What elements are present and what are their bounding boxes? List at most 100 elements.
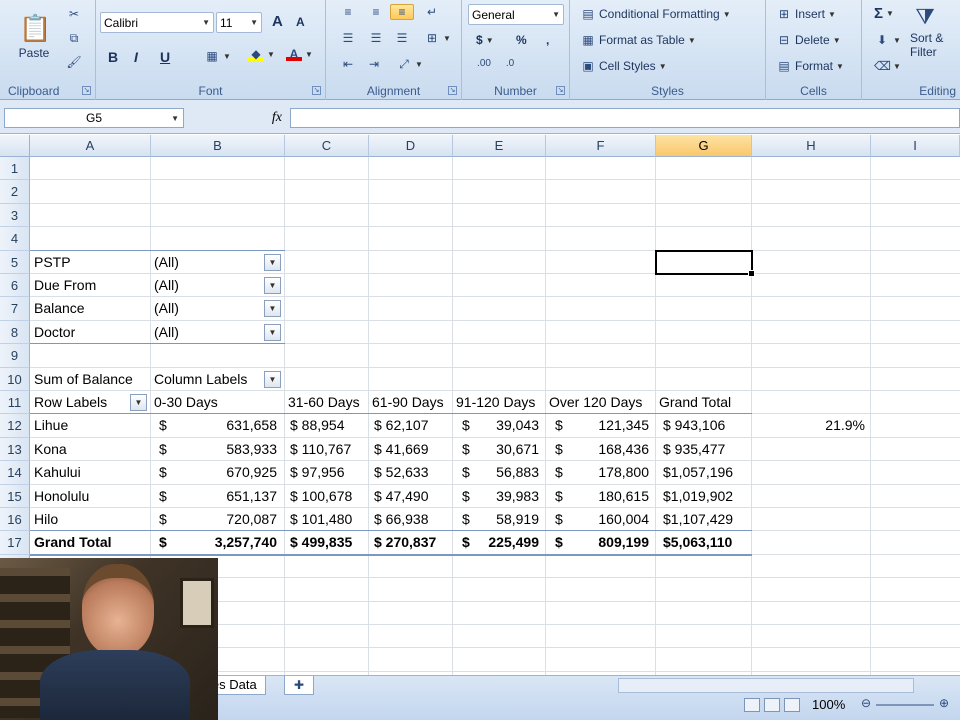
pivot-column-header[interactable]: 61-90 Days	[369, 391, 453, 414]
font-family-select[interactable]: Calibri ▼	[100, 12, 214, 33]
filter-field-label[interactable]: Doctor	[31, 321, 151, 344]
currency-symbol[interactable]: $	[156, 414, 176, 437]
align-center-button[interactable]: ☰	[364, 30, 388, 46]
formula-input[interactable]	[290, 108, 960, 128]
paste-button[interactable]: 📋 Paste	[8, 6, 60, 66]
filter-field-label[interactable]: Balance	[31, 297, 151, 320]
pivot-value[interactable]: $ 47,490	[371, 485, 453, 508]
currency-symbol[interactable]: $	[156, 531, 176, 554]
pivot-value[interactable]: $ 97,956	[287, 461, 369, 484]
pivot-value[interactable]: 631,658	[176, 414, 280, 437]
column-labels-dropdown-button[interactable]: ▼	[264, 370, 281, 388]
row-header-7[interactable]: 7	[0, 297, 30, 321]
grow-font-button[interactable]: A	[268, 12, 287, 31]
cut-button[interactable]: ✂	[62, 6, 86, 22]
percent-cell[interactable]: 21.9%	[752, 414, 868, 437]
shrink-font-button[interactable]: A	[292, 14, 309, 30]
page-layout-view-button[interactable]	[764, 698, 780, 712]
font-size-select[interactable]: 11 ▼	[216, 12, 262, 33]
pivot-value[interactable]: 583,933	[176, 438, 280, 461]
format-button[interactable]: ▤ Format ▼	[772, 58, 848, 74]
pivot-value[interactable]: 3,257,740	[176, 531, 280, 554]
insert-sheet-button[interactable]: ✚	[284, 676, 314, 695]
row-header-2[interactable]: 2	[0, 180, 30, 204]
conditional-formatting-button[interactable]: ▤ Conditional Formatting ▼	[576, 6, 735, 22]
column-header-i[interactable]: I	[871, 135, 960, 157]
filter-dropdown-button[interactable]: ▼	[264, 323, 281, 341]
pivot-value[interactable]: 39,043	[470, 414, 542, 437]
pivot-column-header[interactable]: 91-120 Days	[453, 391, 546, 414]
pivot-value[interactable]: 720,087	[176, 508, 280, 531]
pivot-value[interactable]: $ 62,107	[371, 414, 453, 437]
currency-symbol[interactable]: $	[156, 438, 176, 461]
filter-dropdown-button[interactable]: ▼	[264, 253, 281, 271]
horizontal-scrollbar[interactable]	[618, 678, 914, 693]
row-header-8[interactable]: 8	[0, 320, 30, 345]
page-break-view-button[interactable]	[784, 698, 800, 712]
pivot-value[interactable]: 58,919	[470, 508, 542, 531]
pivot-grand-total[interactable]: $1,107,429	[660, 508, 752, 531]
column-header-g[interactable]: G	[656, 135, 752, 157]
pivot-value[interactable]: 670,925	[176, 461, 280, 484]
pivot-value[interactable]: $ 88,954	[287, 414, 369, 437]
pivot-value[interactable]: 39,983	[470, 485, 542, 508]
row-header-14[interactable]: 14	[0, 461, 30, 485]
alignment-launcher-icon[interactable]: ↘	[448, 86, 457, 95]
pivot-column-labels[interactable]: Column Labels	[151, 368, 266, 391]
row-header-17[interactable]: 17	[0, 531, 30, 555]
currency-button[interactable]: $ ▼	[472, 32, 498, 48]
row-header-5[interactable]: 5	[0, 250, 30, 274]
pivot-grand-total[interactable]: $5,063,110	[660, 531, 752, 554]
pivot-value[interactable]: 168,436	[560, 438, 652, 461]
pivot-grand-total[interactable]: $1,019,902	[660, 485, 752, 508]
clear-button[interactable]: ⌫ ▼	[870, 58, 905, 74]
align-left-button[interactable]: ☰	[336, 30, 360, 46]
pivot-row-label[interactable]: Hilo	[31, 508, 151, 531]
pivot-column-header[interactable]: Grand Total	[656, 391, 752, 414]
filter-dropdown-button[interactable]: ▼	[264, 277, 281, 294]
filter-field-label[interactable]: Due From	[31, 274, 151, 297]
percent-button[interactable]: %	[512, 32, 531, 48]
row-header-6[interactable]: 6	[0, 274, 30, 298]
format-painter-button[interactable]: 🖌	[62, 54, 86, 70]
pivot-value[interactable]: 160,004	[560, 508, 652, 531]
row-header-11[interactable]: 11	[0, 391, 30, 415]
column-header-e[interactable]: E	[453, 135, 546, 157]
pivot-column-header[interactable]: 31-60 Days	[285, 391, 369, 414]
pivot-value[interactable]: 225,499	[470, 531, 542, 554]
zoom-level[interactable]: 100%	[812, 697, 845, 712]
zoom-slider[interactable]	[876, 704, 934, 706]
column-header-h[interactable]: H	[752, 135, 871, 157]
format-as-table-button[interactable]: ▦ Format as Table ▼	[576, 32, 700, 48]
increase-indent-button[interactable]: ⇥	[362, 56, 386, 72]
zoom-in-icon[interactable]: ⊕	[936, 696, 952, 710]
normal-view-button[interactable]	[744, 698, 760, 712]
row-header-16[interactable]: 16	[0, 508, 30, 532]
wrap-text-button[interactable]: ↵	[420, 4, 444, 20]
fill-color-button[interactable]: ◆ ▼	[244, 46, 279, 62]
align-bottom-button[interactable]: ≡	[390, 4, 414, 20]
pivot-row-label[interactable]: Kona	[31, 438, 151, 461]
pivot-value[interactable]: 180,615	[560, 485, 652, 508]
currency-symbol[interactable]: $	[156, 485, 176, 508]
font-launcher-icon[interactable]: ↘	[312, 86, 321, 95]
number-launcher-icon[interactable]: ↘	[556, 86, 565, 95]
pivot-value[interactable]: $ 100,678	[287, 485, 369, 508]
pivot-value[interactable]: $ 110,767	[287, 438, 369, 461]
row-header-1[interactable]: 1	[0, 157, 30, 181]
select-all-button[interactable]	[0, 135, 30, 157]
copy-button[interactable]: ⧉	[62, 30, 86, 46]
pivot-value[interactable]: 56,883	[470, 461, 542, 484]
filter-value[interactable]: (All)	[151, 321, 261, 344]
pivot-row-label[interactable]: Lihue	[31, 414, 151, 437]
orientation-button[interactable]: ⤢ ▼	[392, 56, 427, 72]
comma-button[interactable]: ,	[542, 32, 553, 48]
pivot-value[interactable]: $ 52,633	[371, 461, 453, 484]
pivot-column-header[interactable]: Over 120 Days	[546, 391, 656, 414]
pivot-value[interactable]: 809,199	[560, 531, 652, 554]
pivot-value[interactable]: 121,345	[560, 414, 652, 437]
filter-value[interactable]: (All)	[151, 274, 261, 297]
currency-symbol[interactable]: $	[156, 508, 176, 531]
pivot-grand-total[interactable]: $ 943,106	[660, 414, 752, 437]
delete-button[interactable]: ⊟ Delete ▼	[772, 32, 845, 48]
